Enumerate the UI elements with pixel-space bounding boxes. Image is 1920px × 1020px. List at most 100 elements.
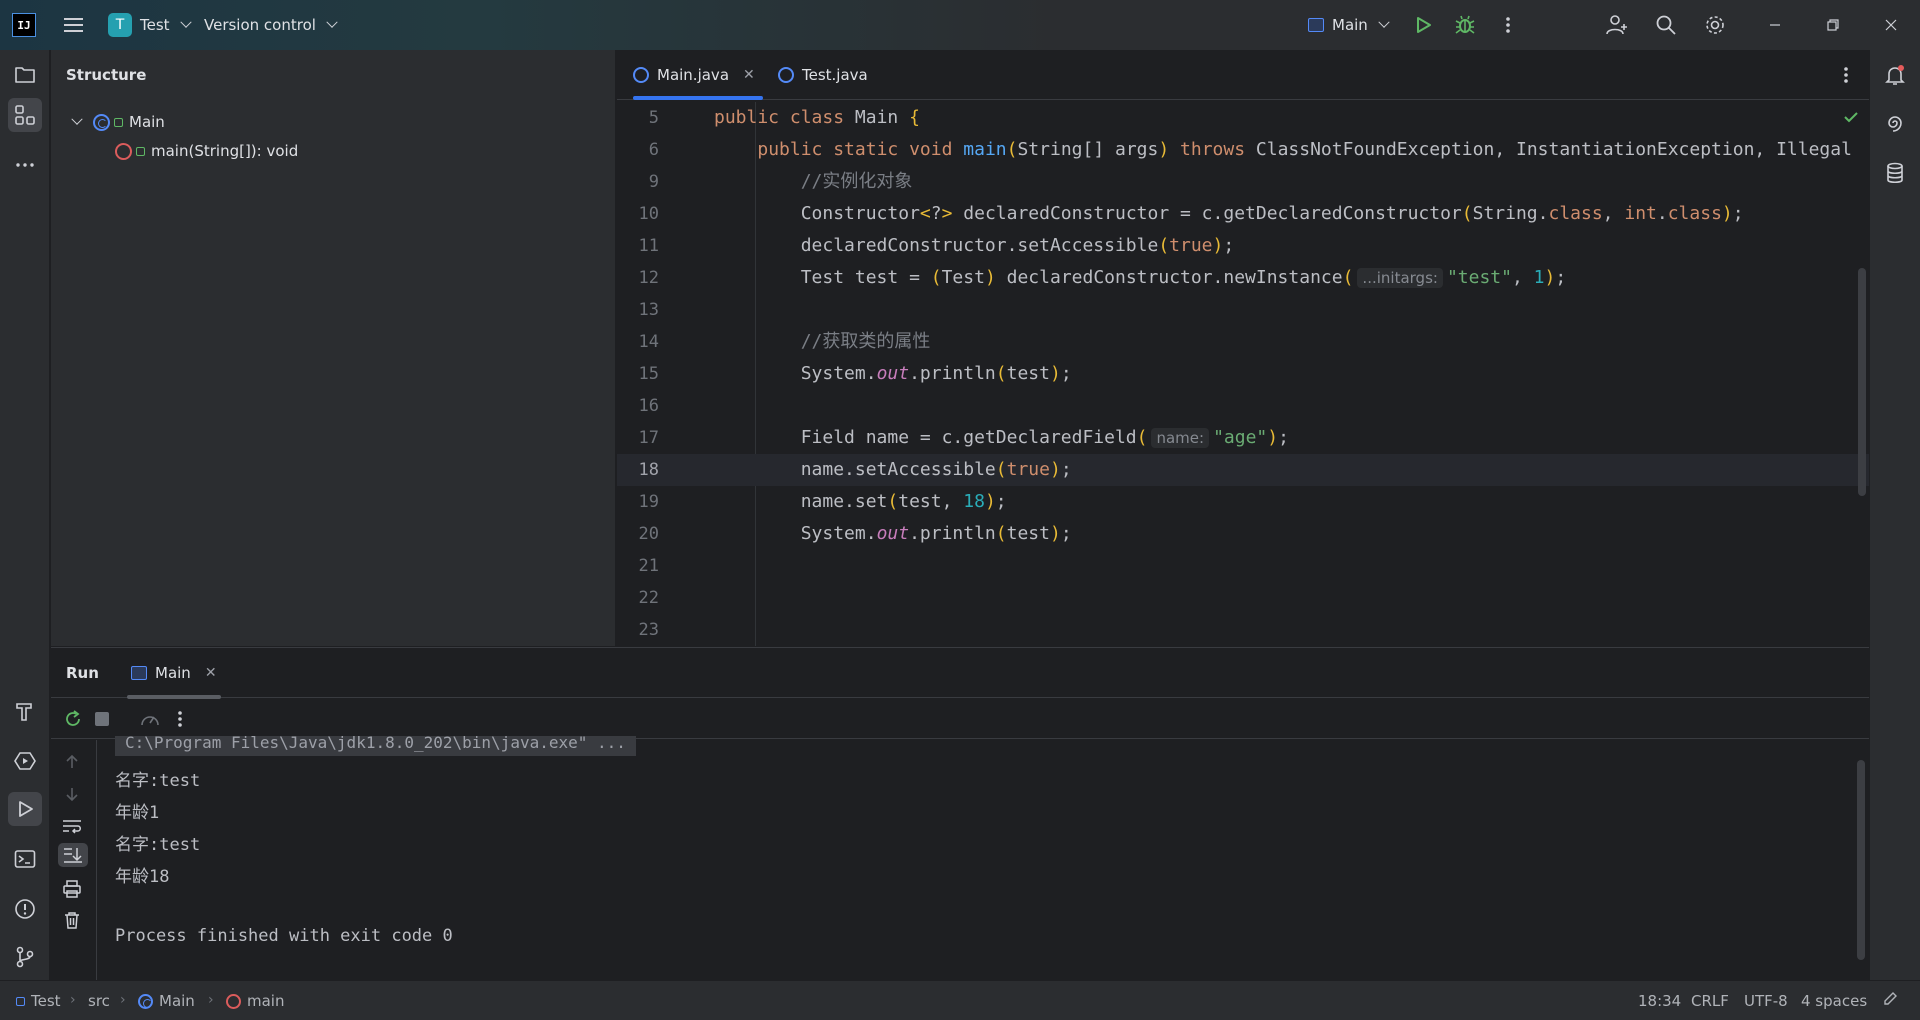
code-line[interactable]: 21 <box>617 550 1869 582</box>
app-logo[interactable]: IJ <box>12 13 36 37</box>
tab-test-java[interactable]: Test.java <box>778 50 868 100</box>
debug-button[interactable] <box>1452 12 1478 38</box>
search-button[interactable] <box>1653 12 1679 38</box>
breadcrumb-src[interactable]: src <box>88 992 110 1010</box>
more-horizontal-icon <box>16 163 34 167</box>
code-text: Test test = (Test) declaredConstructor.n… <box>714 262 1566 294</box>
ai-assistant-button[interactable] <box>1878 106 1912 140</box>
git-tool-button[interactable] <box>8 940 42 974</box>
close-window-button[interactable] <box>1876 10 1906 40</box>
code-token: name.setAccessible <box>714 459 996 480</box>
tab-main-java[interactable]: Main.java ✕ <box>633 50 763 100</box>
code-line[interactable]: 13 <box>617 294 1869 326</box>
build-tool-button[interactable] <box>8 694 42 728</box>
line-number: 18 <box>638 460 659 480</box>
database-tool-button[interactable] <box>1878 156 1912 190</box>
tree-node-method[interactable]: main(String[]): void <box>115 139 298 163</box>
run-tool-button[interactable] <box>8 792 42 826</box>
breadcrumb-class[interactable]: Main <box>138 992 195 1010</box>
code-editor[interactable]: Main.java ✕ Test.java 5 public class Main… <box>617 50 1869 694</box>
line-separator[interactable]: CRLF <box>1691 992 1729 1010</box>
profiler-button[interactable] <box>139 709 161 729</box>
code-line[interactable]: 22 <box>617 582 1869 614</box>
rerun-button[interactable] <box>63 709 83 729</box>
close-icon[interactable]: ✕ <box>205 665 217 681</box>
code-line[interactable]: 16 <box>617 390 1869 422</box>
code-line[interactable]: 23 <box>617 614 1869 646</box>
stop-button[interactable] <box>95 712 109 726</box>
close-icon[interactable]: ✕ <box>743 67 755 83</box>
code-line[interactable]: 11 declaredConstructor.setAccessible(tru… <box>617 230 1869 262</box>
code-line[interactable]: 9 //实例化对象 <box>617 166 1869 198</box>
project-tool-button[interactable] <box>8 58 42 92</box>
notifications-button[interactable] <box>1878 58 1912 92</box>
console-command-line[interactable]: C:\Program Files\Java\jdk1.8.0_202\bin\j… <box>115 736 636 756</box>
print-button[interactable] <box>63 880 81 898</box>
warning-circle-icon <box>15 899 35 919</box>
breadcrumb-method[interactable]: main <box>226 992 284 1010</box>
settings-button[interactable] <box>1702 12 1728 38</box>
structure-icon <box>15 105 35 125</box>
code-token: ; <box>1555 267 1567 288</box>
hamburger-menu-icon[interactable] <box>60 12 86 38</box>
code-line[interactable]: 6 public static void main(String[] args)… <box>617 134 1869 166</box>
gear-icon <box>1706 16 1724 34</box>
code-with-me-button[interactable] <box>1604 12 1630 38</box>
code-line[interactable]: 15 System.out.println(test); <box>617 358 1869 390</box>
structure-tool-button[interactable] <box>8 98 42 132</box>
problems-tool-button[interactable] <box>8 892 42 926</box>
scroll-down-button[interactable] <box>64 786 80 802</box>
breadcrumb-label: src <box>88 992 110 1010</box>
breadcrumb-project[interactable]: Test <box>16 992 61 1010</box>
scroll-to-end-button[interactable] <box>58 843 88 867</box>
code-line[interactable]: 17 Field name = c.getDeclaredField(name:… <box>617 422 1869 454</box>
code-text: //实例化对象 <box>714 166 913 198</box>
code-token: ) <box>1212 235 1224 256</box>
services-tool-button[interactable] <box>8 744 42 778</box>
class-icon <box>778 67 794 83</box>
terminal-tool-button[interactable] <box>8 842 42 876</box>
arrow-down-icon <box>66 788 78 802</box>
vertical-scrollbar[interactable] <box>1858 268 1866 496</box>
caret-position[interactable]: 18:34 <box>1638 992 1681 1010</box>
code-line[interactable]: 18 name.setAccessible(true); <box>617 454 1869 486</box>
run-button[interactable] <box>1410 12 1436 38</box>
soft-wrap-button[interactable] <box>62 818 82 834</box>
public-modifier-icon <box>136 146 145 156</box>
more-tools-button[interactable] <box>8 148 42 182</box>
minimize-button[interactable] <box>1760 10 1790 40</box>
run-more-button[interactable] <box>177 710 183 728</box>
title-bar: IJ T Test Version control Main <box>0 0 1920 50</box>
code-token: ) <box>1267 427 1279 448</box>
more-actions-button[interactable] <box>1495 12 1521 38</box>
chevron-down-icon[interactable] <box>71 113 83 125</box>
code-text: //获取类的属性 <box>714 326 931 358</box>
editor-tab-more-button[interactable] <box>1843 66 1849 84</box>
file-encoding[interactable]: UTF-8 <box>1744 992 1788 1010</box>
code-token: name.set <box>714 491 888 512</box>
code-line[interactable]: 10 Constructor<?> declaredConstructor = … <box>617 198 1869 230</box>
clear-console-button[interactable] <box>63 911 81 929</box>
code-line[interactable]: 12 Test test = (Test) declaredConstructo… <box>617 262 1869 294</box>
code-token: > <box>941 203 953 224</box>
readonly-toggle[interactable] <box>1882 991 1898 1007</box>
code-line[interactable]: 19 name.set(test, 18); <box>617 486 1869 518</box>
code-line[interactable]: 20 System.out.println(test); <box>617 518 1869 550</box>
class-icon <box>93 113 110 131</box>
console-scrollbar[interactable] <box>1857 760 1865 960</box>
indent-setting[interactable]: 4 spaces <box>1801 992 1867 1010</box>
inspection-ok-icon[interactable] <box>1843 110 1859 124</box>
project-widget[interactable]: T Test <box>108 12 192 38</box>
code-token: true <box>1006 459 1050 480</box>
run-tab-main[interactable]: Main ✕ <box>127 648 221 699</box>
run-config-selector[interactable]: Main <box>1308 12 1390 38</box>
restore-button[interactable] <box>1818 10 1848 40</box>
code-line[interactable]: 14 //获取类的属性 <box>617 326 1869 358</box>
code-token: ) <box>1721 203 1733 224</box>
scroll-up-button[interactable] <box>64 754 80 770</box>
vcs-widget[interactable]: Version control <box>204 12 338 38</box>
code-token: int <box>1624 203 1657 224</box>
code-area[interactable]: 5 public class Main {6 public static void… <box>617 102 1869 694</box>
code-line[interactable]: 5 public class Main { <box>617 102 1869 134</box>
tree-node-class[interactable]: Main <box>69 110 165 134</box>
